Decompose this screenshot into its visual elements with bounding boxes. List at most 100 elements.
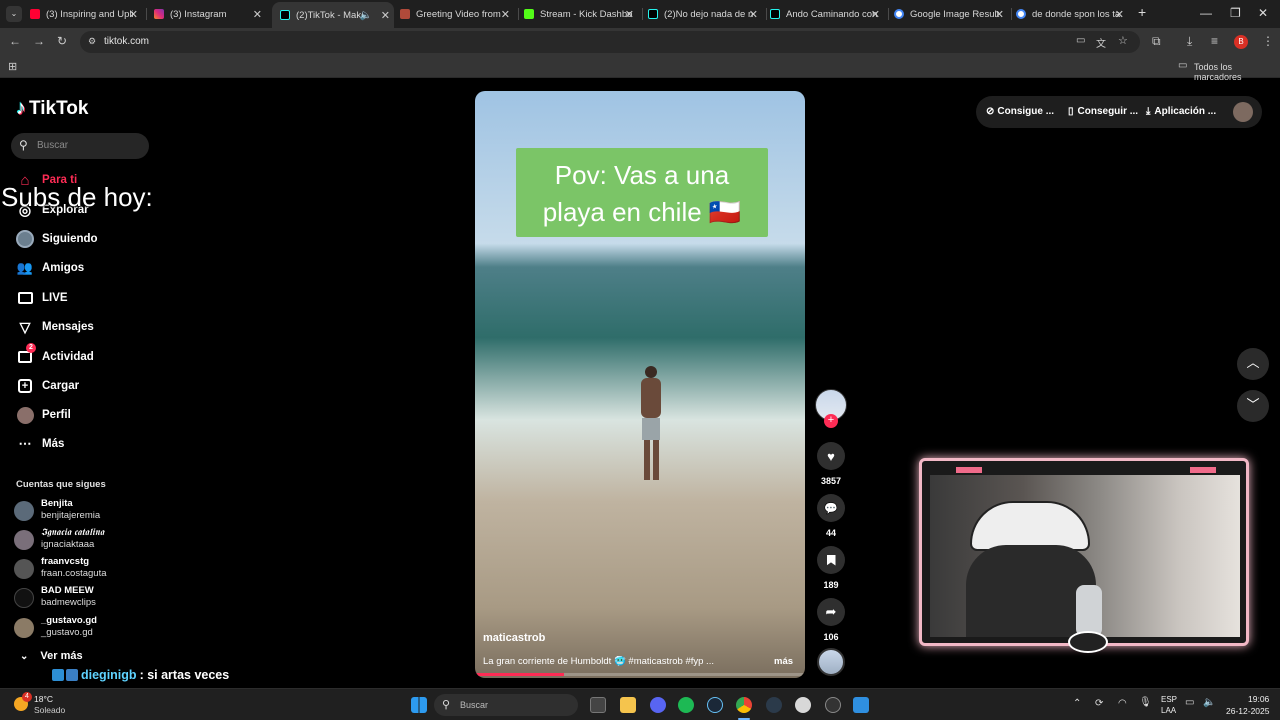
nav-live[interactable]: LIVE [16,288,68,308]
taskbar-search[interactable]: ⚲ Buscar [434,694,578,716]
address-bar[interactable]: ⚙ tiktok.com ▭ 文 ☆ [80,31,1140,53]
app-icon[interactable] [766,697,782,713]
kick-icon [524,9,534,19]
speaker-icon[interactable]: 🔈 [360,10,372,21]
close-tab-icon[interactable]: ✕ [129,8,138,21]
caption-overlay-text: Pov: Vas a una playa en chile 🇨🇱 [542,160,742,227]
button-label: Aplicación ... [1154,106,1217,117]
browser-tab[interactable]: Stream - Kick Dashbo ✕ [524,4,638,24]
video-player[interactable]: Pov: Vas a una playa en chile 🇨🇱 maticas… [475,91,805,678]
bookmarks-bar: ⊞ ▭ Todos los marcadores [0,56,1280,82]
minimize-button[interactable]: — [1200,6,1212,20]
chat-message: : si artas veces [139,668,230,682]
task-view-icon[interactable] [590,697,606,713]
site-info-icon[interactable]: ⚙ [88,36,96,47]
nav-cargar[interactable]: + Cargar [16,376,79,396]
get-coins-button[interactable]: ⊘ Consigue ... [986,106,1054,117]
nav-mas[interactable]: ⋯ Más [16,434,65,454]
browser-tab[interactable]: Google Image Result ✕ [894,4,1008,24]
save-button[interactable] [817,546,845,574]
all-bookmarks-link[interactable]: Todos los marcadores [1194,62,1280,82]
close-tab-icon[interactable]: ✕ [749,8,758,21]
discord-icon[interactable] [650,697,666,713]
close-tab-icon[interactable]: ✕ [625,8,634,21]
browser-tab[interactable]: (3) Inspiring and Upli ✕ [30,4,142,24]
more-link[interactable]: más [774,656,793,667]
tab-search-button[interactable]: ⌄ [6,6,22,22]
chrome-icon[interactable] [736,697,752,713]
close-window-button[interactable]: ✕ [1258,6,1268,20]
see-more-link[interactable]: ⌄ Ver más [20,650,83,662]
search-box[interactable]: ⚲ Buscar [11,133,149,159]
bookmark-star-icon[interactable]: ☆ [1118,34,1128,47]
network-icon[interactable]: ▭ [1185,697,1194,708]
reload-icon[interactable]: ↻ [57,34,67,48]
windows-taskbar: 4 18°C Soleado ⚲ Buscar ⌃ ⟳ ◠ 🎙 ESP LAA … [0,688,1280,720]
browser-tab[interactable]: (2)No dejo nada de n ✕ [648,4,762,24]
next-video-button[interactable]: ﹀ [1237,390,1269,422]
windows-start-icon[interactable] [411,697,427,713]
forward-icon[interactable]: → [33,34,45,48]
close-tab-icon[interactable]: ✕ [253,8,262,21]
close-tab-icon[interactable]: ✕ [1115,8,1124,21]
like-button[interactable]: ♥ [817,442,845,470]
tiktok-logo[interactable]: ♪ TikTok [16,97,88,120]
browser-tab[interactable]: Ando Caminando con ✕ [770,4,884,24]
sound-avatar[interactable] [817,648,845,676]
nav-actividad[interactable]: 2 Actividad [16,343,94,367]
back-icon[interactable]: ← [9,34,21,48]
comment-button[interactable]: 💬 [817,494,845,522]
clock-time[interactable]: 19:06 [1248,694,1269,704]
new-tab-button[interactable]: + [1138,4,1146,20]
desktop-app-button[interactable]: ⤓ Aplicación ... [1146,106,1216,117]
video-progress-bar[interactable] [475,673,805,676]
nav-siguiendo[interactable]: Siguiendo [16,229,98,249]
close-tab-icon[interactable]: ✕ [381,9,390,22]
streamer-cap [970,501,1090,551]
previous-video-button[interactable]: ︿ [1237,348,1269,380]
nav-mensajes[interactable]: ▽ Mensajes [16,317,94,337]
weather-temp: 18°C [34,694,53,704]
microphone-icon[interactable]: 🎙 [1139,697,1152,708]
weather-widget[interactable]: 4 18°C Soleado [12,692,92,716]
browser-tab[interactable]: (3) Instagram ✕ [154,4,266,24]
share-count: 106 [823,632,839,642]
get-app-button[interactable]: ▯ Conseguir ... [1068,106,1138,117]
photos-icon[interactable] [853,697,869,713]
obs-icon[interactable] [825,697,841,713]
cast-icon[interactable]: ▭ [1076,35,1085,46]
language-top[interactable]: ESP [1161,695,1177,704]
media-control-icon[interactable]: ≡ [1211,34,1218,48]
close-tab-icon[interactable]: ✕ [995,8,1004,21]
app-icon[interactable] [795,697,811,713]
browser-tab-active[interactable]: (2)TikTok - Make 🔈 ✕ [272,2,394,28]
spotify-icon[interactable] [678,697,694,713]
chevron-up-icon[interactable]: ⌃ [1073,698,1081,709]
extensions-icon[interactable]: ⧉ [1152,34,1161,49]
menu-kebab-icon[interactable]: ⋮ [1262,34,1274,48]
nav-label: Mensajes [42,321,94,333]
nav-perfil[interactable]: Perfil [16,405,71,425]
nav-label: Siguiendo [42,233,98,245]
chat-username: dieginigb [81,668,137,682]
browser-tab[interactable]: Greeting Video from ✕ [400,4,514,24]
nav-amigos[interactable]: 👥 Amigos [16,258,84,278]
user-avatar[interactable] [1233,102,1253,122]
wifi-icon[interactable]: ◠ [1118,698,1127,709]
button-label: Conseguir ... [1077,106,1139,117]
share-button[interactable]: ➦ [817,598,845,626]
profile-avatar[interactable]: B [1234,35,1248,49]
video-author[interactable]: maticastrob [483,632,545,644]
maximize-button[interactable]: ❐ [1230,6,1241,20]
close-tab-icon[interactable]: ✕ [501,8,510,21]
steam-icon[interactable] [707,697,723,713]
download-icon[interactable]: ⤓ [1187,34,1192,49]
volume-icon[interactable]: 🔈 [1203,697,1215,708]
file-explorer-icon[interactable] [620,697,636,713]
translate-icon[interactable]: 文 [1096,35,1106,50]
apps-grid-icon[interactable]: ⊞ [8,60,17,73]
tray-icon[interactable]: ⟳ [1095,698,1103,709]
close-tab-icon[interactable]: ✕ [871,8,880,21]
browser-tab[interactable]: de donde spon los ta ✕ [1016,4,1128,24]
follow-plus-icon[interactable]: + [824,414,838,428]
